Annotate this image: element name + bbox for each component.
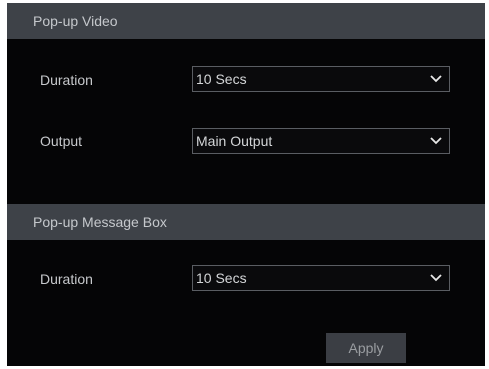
chevron-down-icon [430, 274, 442, 282]
popup-video-output-value: Main Output [196, 133, 273, 149]
popup-video-output-label: Output [40, 133, 83, 149]
section-header-popup-message-box: Pop-up Message Box [7, 204, 485, 240]
popup-video-duration-select[interactable]: 10 Secs [192, 66, 450, 92]
chevron-down-icon [430, 137, 442, 145]
popup-video-output-select[interactable]: Main Output [192, 128, 450, 154]
popup-message-duration-select[interactable]: 10 Secs [192, 265, 450, 291]
popup-video-duration-value: 10 Secs [196, 71, 247, 87]
section-header-popup-video: Pop-up Video [7, 3, 485, 39]
apply-button[interactable]: Apply [326, 333, 406, 363]
settings-panel: Pop-up Video Duration 10 Secs Output Mai… [7, 3, 485, 366]
chevron-down-icon [430, 75, 442, 83]
popup-message-duration-value: 10 Secs [196, 270, 247, 286]
popup-message-duration-label: Duration [40, 271, 93, 287]
popup-video-duration-label: Duration [40, 72, 93, 88]
